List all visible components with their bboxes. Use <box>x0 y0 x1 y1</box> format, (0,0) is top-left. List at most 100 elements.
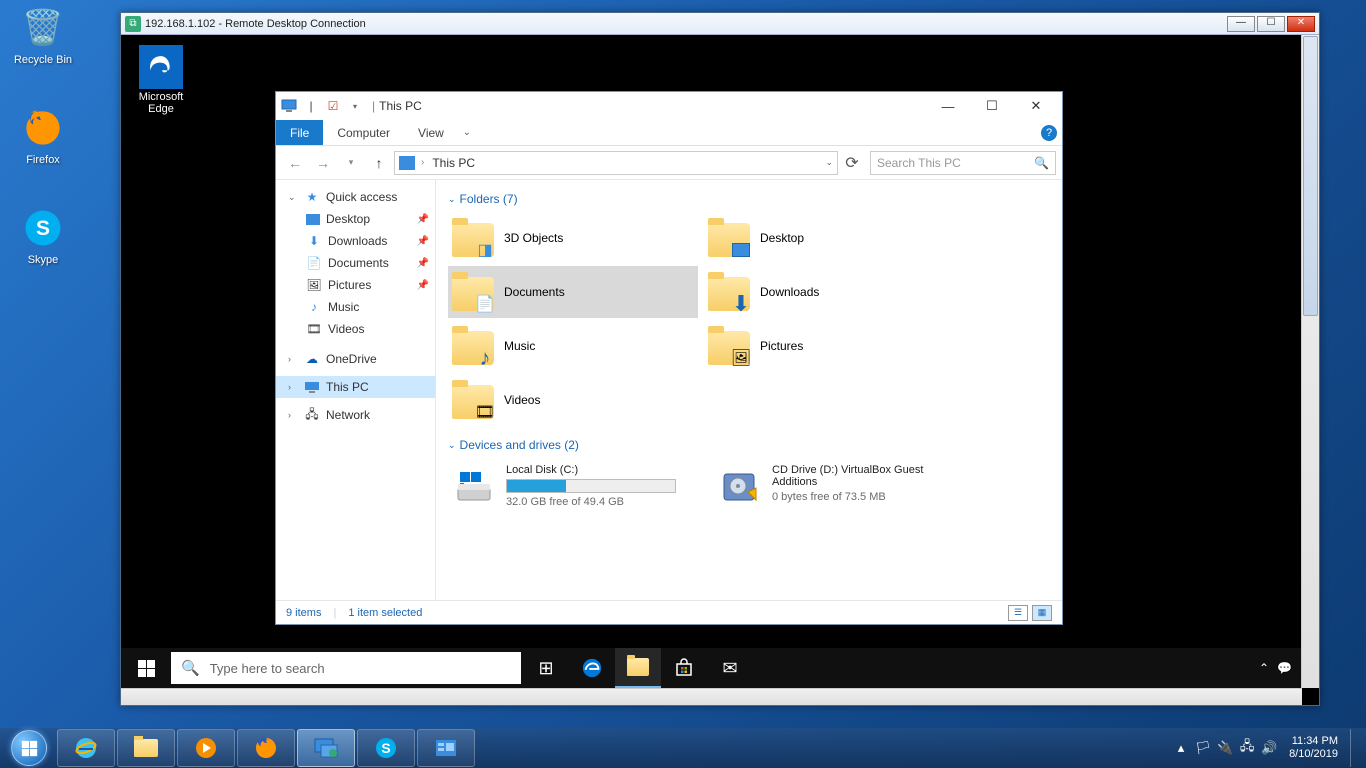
start-button[interactable] <box>2 728 56 768</box>
tiles-view-button[interactable]: ▦ <box>1032 605 1052 621</box>
tab-computer[interactable]: Computer <box>323 120 404 145</box>
start-button[interactable] <box>123 648 169 688</box>
desktop-icon-recycle-bin[interactable]: 🗑️ Recycle Bin <box>6 4 80 66</box>
folder-desktop[interactable]: Desktop <box>704 212 954 264</box>
nav-videos[interactable]: 🎞Videos <box>276 318 435 340</box>
drive-local-disk-c[interactable]: Local Disk (C:) 32.0 GB free of 49.4 GB <box>448 460 708 512</box>
close-button[interactable]: ✕ <box>1014 92 1058 120</box>
tray-expand-icon[interactable]: ⌃ <box>1259 661 1269 675</box>
folder-3d-objects[interactable]: ◨3D Objects <box>448 212 698 264</box>
nav-documents[interactable]: 📄Documents📌 <box>276 252 435 274</box>
nav-quick-access[interactable]: ⌄★Quick access <box>276 186 435 208</box>
search-icon: 🔍 <box>1034 156 1049 170</box>
taskbar-search[interactable]: 🔍 Type here to search <box>171 652 521 684</box>
svg-text:S: S <box>36 217 50 240</box>
scrollbar-thumb[interactable] <box>1303 36 1318 316</box>
properties-icon[interactable]: ☑ <box>324 97 342 115</box>
tab-view[interactable]: View <box>404 120 458 145</box>
explorer-window: | ☑ ▾ | This PC — ☐ ✕ File Computer View… <box>275 91 1063 625</box>
nav-downloads[interactable]: ⬇Downloads📌 <box>276 230 435 252</box>
nav-onedrive[interactable]: ›☁OneDrive <box>276 348 435 370</box>
download-icon: ⬇ <box>730 293 752 315</box>
taskbar-app[interactable] <box>417 729 475 767</box>
show-desktop-button[interactable] <box>1350 729 1358 767</box>
close-button[interactable]: ✕ <box>1287 16 1315 32</box>
taskbar-explorer[interactable] <box>117 729 175 767</box>
desktop-icon-label: Recycle Bin <box>6 54 80 66</box>
help-button[interactable]: ? <box>1036 120 1062 145</box>
minimize-button[interactable]: — <box>1227 16 1255 32</box>
volume-icon[interactable]: 🔊 <box>1261 740 1277 756</box>
recent-dropdown[interactable]: ▾ <box>338 150 364 176</box>
horizontal-scrollbar[interactable] <box>121 688 1302 705</box>
cube-icon: ◨ <box>474 239 496 261</box>
pc-icon <box>280 97 298 115</box>
taskbar-store[interactable] <box>661 648 707 688</box>
action-center-icon[interactable]: 💬 <box>1277 661 1292 675</box>
folder-documents[interactable]: 📄Documents <box>448 266 698 318</box>
taskbar-clock[interactable]: 11:34 PM 8/10/2019 <box>1283 735 1344 761</box>
nav-desktop[interactable]: Desktop📌 <box>276 208 435 230</box>
up-button[interactable]: ↑ <box>366 150 392 176</box>
search-placeholder: Type here to search <box>210 661 325 676</box>
folder-pictures[interactable]: 🖼Pictures <box>704 320 954 372</box>
refresh-button[interactable]: ⟳ <box>840 151 864 175</box>
qat-dropdown-icon[interactable]: ▾ <box>346 97 364 115</box>
desktop-icon-label: Microsoft Edge <box>129 91 193 115</box>
back-button[interactable]: ← <box>282 150 308 176</box>
maximize-button[interactable]: ☐ <box>1257 16 1285 32</box>
folder-downloads[interactable]: ⬇Downloads <box>704 266 954 318</box>
network-icon: 🖧 <box>304 407 320 423</box>
pc-icon <box>304 379 320 395</box>
explorer-titlebar[interactable]: | ☑ ▾ | This PC — ☐ ✕ <box>276 92 1062 120</box>
folders-group-header[interactable]: ⌄Folders (7) <box>440 188 1058 210</box>
breadcrumb-this-pc[interactable]: This PC <box>428 154 479 172</box>
drive-cd-d[interactable]: CD Drive (D:) VirtualBox Guest Additions… <box>714 460 974 512</box>
taskbar-edge[interactable] <box>569 648 615 688</box>
explorer-title-text: This PC <box>379 99 422 113</box>
rdp-titlebar[interactable]: ⧉ 192.168.1.102 - Remote Desktop Connect… <box>121 13 1319 35</box>
taskbar-explorer[interactable] <box>615 648 661 688</box>
network-icon[interactable]: 🖧 <box>1239 740 1255 756</box>
details-view-button[interactable]: ☰ <box>1008 605 1028 621</box>
desktop-icon-skype[interactable]: S Skype <box>6 204 80 266</box>
forward-button[interactable]: → <box>310 150 336 176</box>
download-icon: ⬇ <box>306 233 322 249</box>
taskbar-skype[interactable]: S <box>357 729 415 767</box>
tray-expand-icon[interactable]: ▴ <box>1173 740 1189 756</box>
taskbar-ie[interactable] <box>57 729 115 767</box>
taskbar-firefox[interactable] <box>237 729 295 767</box>
taskbar-mail[interactable]: ✉ <box>707 648 753 688</box>
taskbar-media-player[interactable] <box>177 729 235 767</box>
drives-group-header[interactable]: ⌄Devices and drives (2) <box>440 434 1058 456</box>
host-system-tray: ▴ 🏳 🔌 🖧 🔊 11:34 PM 8/10/2019 <box>1167 729 1364 767</box>
taskbar-rdp[interactable] <box>297 729 355 767</box>
desktop-icon <box>730 239 752 261</box>
desktop-icon-label: Firefox <box>6 154 80 166</box>
tab-file[interactable]: File <box>276 120 323 145</box>
rdp-icon: ⧉ <box>125 16 141 32</box>
folder-music[interactable]: ♪Music <box>448 320 698 372</box>
power-icon[interactable]: 🔌 <box>1217 740 1233 756</box>
folder-videos[interactable]: 🎞Videos <box>448 374 698 426</box>
nav-pictures[interactable]: 🖼Pictures📌 <box>276 274 435 296</box>
nav-music[interactable]: ♪Music <box>276 296 435 318</box>
nav-this-pc[interactable]: ›This PC <box>276 376 435 398</box>
action-center-flag-icon[interactable]: 🏳 <box>1195 740 1211 756</box>
search-input[interactable]: Search This PC 🔍 <box>870 151 1056 175</box>
desktop-icon-edge[interactable]: Microsoft Edge <box>129 45 193 115</box>
pin-icon: 📌 <box>417 258 429 269</box>
desktop-icon-firefox[interactable]: Firefox <box>6 104 80 166</box>
clock-time: 11:34 PM <box>1289 735 1338 748</box>
nav-network[interactable]: ›🖧Network <box>276 404 435 426</box>
task-view-button[interactable]: ⊞ <box>523 648 569 688</box>
maximize-button[interactable]: ☐ <box>970 92 1014 120</box>
document-icon: 📄 <box>474 293 496 315</box>
pin-icon: 📌 <box>417 236 429 247</box>
video-icon: 🎞 <box>306 321 322 337</box>
address-bar[interactable]: › This PC ⌄ <box>394 151 838 175</box>
minimize-button[interactable]: — <box>926 92 970 120</box>
svg-text:S: S <box>381 740 390 756</box>
remote-system-tray[interactable]: ⌃ 💬 <box>1259 661 1300 675</box>
ribbon-expand-icon[interactable]: ⌄ <box>458 120 476 145</box>
